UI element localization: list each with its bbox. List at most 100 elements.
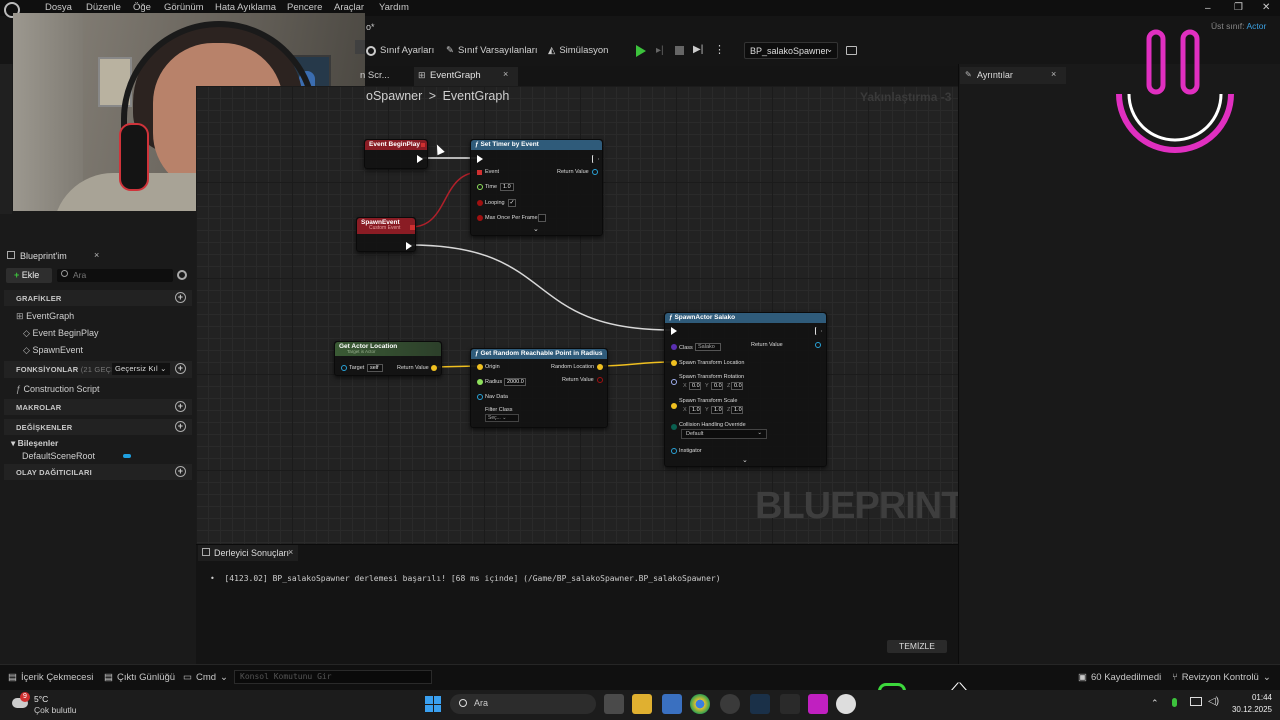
task-view-icon[interactable] bbox=[604, 694, 624, 714]
looping-bool-pin[interactable] bbox=[477, 200, 483, 206]
pin-label-collision: Collision Handling Override bbox=[679, 422, 746, 428]
pin-label-max-once: Max Once Per Frame bbox=[485, 215, 538, 221]
drawer-icon: ▤ bbox=[8, 672, 17, 683]
delegate-square-pin[interactable] bbox=[410, 225, 415, 230]
clock-date: 30.12.2025 bbox=[1231, 705, 1272, 714]
microphone-icon[interactable] bbox=[1172, 698, 1177, 707]
target-self-value: self bbox=[367, 364, 383, 372]
exec-out-pin[interactable] bbox=[815, 327, 822, 335]
clear-button[interactable]: TEMİZLE bbox=[887, 640, 947, 653]
vector-wire-randomloc-spawnloc bbox=[597, 361, 673, 367]
radius-value-input[interactable]: 2000.0 bbox=[504, 378, 526, 386]
win-pane bbox=[425, 696, 433, 704]
compiler-message-text: [4123.02] BP_salakoSpawner derlemesi baş… bbox=[224, 574, 721, 583]
node-header: Get Actor Location Target is Actor bbox=[335, 342, 441, 356]
return-object-pin[interactable] bbox=[815, 342, 821, 348]
obs-icon[interactable] bbox=[720, 694, 740, 714]
axis-y-label: Y bbox=[705, 407, 709, 413]
output-log-button[interactable]: ▤ Çıktı Günlüğü bbox=[104, 672, 175, 683]
weather-widget[interactable]: 9 5°C Çok bulutlu bbox=[10, 692, 90, 718]
delegate-square-pin[interactable] bbox=[421, 143, 425, 147]
looping-checkbox[interactable]: ✓ bbox=[508, 199, 516, 207]
exec-out-pin[interactable] bbox=[406, 242, 412, 250]
chrome-icon[interactable] bbox=[690, 694, 710, 714]
node-title: SpawnActor Salako bbox=[674, 314, 736, 321]
rotation-y-input[interactable]: 0.0 bbox=[711, 382, 723, 390]
close-icon[interactable]: × bbox=[1051, 69, 1056, 79]
file-explorer-icon[interactable] bbox=[632, 694, 652, 714]
nav-data-pin[interactable] bbox=[477, 394, 483, 400]
network-icon[interactable] bbox=[1190, 697, 1202, 706]
node-spawn-event[interactable]: SpawnEvent Custom Event bbox=[356, 217, 416, 252]
event-delegate-pin[interactable] bbox=[477, 170, 482, 175]
unsaved-button[interactable]: ▣ 60 Kaydedilmedi bbox=[1078, 672, 1161, 683]
axis-y-label: Y bbox=[705, 383, 709, 389]
target-object-pin[interactable] bbox=[341, 365, 347, 371]
pin-label-spawn-scale: Spawn Transform Scale bbox=[679, 398, 738, 404]
chevron-down-icon[interactable]: ⌄ bbox=[533, 225, 539, 233]
node-title: Event BeginPlay bbox=[369, 141, 420, 148]
unreal-engine-icon[interactable] bbox=[836, 694, 856, 714]
collision-dropdown[interactable]: Default ⌄ bbox=[681, 429, 767, 439]
time-value-input[interactable]: 1.0 bbox=[500, 183, 514, 191]
class-value-dropdown[interactable]: Salako bbox=[695, 343, 721, 351]
max-once-bool-pin[interactable] bbox=[477, 215, 483, 221]
smiley-right-eye bbox=[1180, 29, 1200, 95]
collision-enum-pin[interactable] bbox=[671, 424, 677, 430]
radius-float-pin[interactable] bbox=[477, 379, 483, 385]
node-set-timer[interactable]: ƒ Set Timer by Event Event Time 1.0 Loop… bbox=[470, 139, 603, 236]
epic-games-icon[interactable] bbox=[780, 694, 800, 714]
revision-control-button[interactable]: ⑂ Revizyon Kontrolü ⌄ bbox=[1172, 672, 1271, 683]
win-pane bbox=[433, 696, 441, 704]
node-get-actor-location[interactable]: Get Actor Location Target is Actor Targe… bbox=[334, 341, 442, 376]
origin-vector-pin[interactable] bbox=[477, 364, 483, 370]
app-pink-icon[interactable] bbox=[808, 694, 828, 714]
content-drawer-button[interactable]: ▤ İçerik Çekmecesi bbox=[8, 672, 93, 683]
console-input[interactable]: Konsol Komutunu Gir bbox=[234, 670, 432, 684]
scale-z-input[interactable]: 1.0 bbox=[731, 406, 743, 414]
windows-start-icon[interactable] bbox=[425, 696, 441, 712]
taskbar-search[interactable]: Ara bbox=[450, 694, 596, 714]
compiler-results-tab[interactable]: Derleyici Sonuçları × bbox=[198, 545, 298, 561]
unsaved-label: 60 Kaydedilmedi bbox=[1090, 672, 1162, 683]
scale-y-input[interactable]: 1.0 bbox=[711, 406, 723, 414]
pin-label-random-location: Random Location bbox=[551, 364, 595, 370]
rotation-x-input[interactable]: 0.0 bbox=[689, 382, 701, 390]
random-location-pin[interactable] bbox=[597, 364, 603, 370]
exec-in-pin[interactable] bbox=[477, 155, 483, 163]
volume-icon[interactable]: ◁) bbox=[1208, 696, 1219, 707]
store-icon[interactable] bbox=[662, 694, 682, 714]
filter-class-dropdown[interactable]: Seç... ⌄ bbox=[485, 414, 519, 422]
return-vector-pin[interactable] bbox=[431, 365, 437, 371]
return-bool-pin[interactable] bbox=[597, 377, 603, 383]
steam-icon[interactable] bbox=[750, 694, 770, 714]
clock[interactable]: 01:44 30.12.2025 bbox=[1222, 693, 1272, 714]
chevron-down-icon[interactable]: ⌄ bbox=[742, 456, 748, 464]
instigator-pin[interactable] bbox=[671, 448, 677, 454]
cmd-dropdown[interactable]: ▭ Cmd ⌄ bbox=[183, 672, 228, 683]
return-value-pin[interactable] bbox=[592, 169, 598, 175]
spawn-scale-pin[interactable] bbox=[671, 403, 677, 409]
node-random-reachable-point[interactable]: ƒ Get Random Reachable Point in Radius O… bbox=[470, 348, 608, 428]
node-event-beginplay[interactable]: Event BeginPlay bbox=[364, 139, 428, 169]
pin-label-spawn-rotation: Spawn Transform Rotation bbox=[679, 374, 745, 380]
details-tab[interactable]: ✎ Ayrıntılar × bbox=[960, 67, 1066, 84]
exec-in-pin[interactable] bbox=[671, 327, 677, 335]
node-spawn-actor[interactable]: ƒ SpawnActor Salako Class Salako Return … bbox=[664, 312, 827, 467]
node-title: Set Timer by Event bbox=[480, 141, 539, 148]
spawn-location-pin[interactable] bbox=[671, 360, 677, 366]
time-float-pin[interactable] bbox=[477, 184, 483, 190]
pin-label-return: Return Value bbox=[397, 365, 429, 371]
exec-out-pin[interactable] bbox=[417, 155, 423, 163]
spawn-rotation-pin[interactable] bbox=[671, 379, 677, 385]
close-icon[interactable]: × bbox=[288, 547, 293, 557]
max-once-checkbox[interactable] bbox=[538, 214, 546, 222]
scale-x-input[interactable]: 1.0 bbox=[689, 406, 701, 414]
exec-out-pin[interactable] bbox=[592, 155, 599, 163]
class-pin[interactable] bbox=[671, 344, 677, 350]
pin-label-event: Event bbox=[485, 169, 500, 175]
tray-chevron-up-icon[interactable]: ⌃ bbox=[1151, 698, 1159, 709]
compiler-message: • [4123.02] BP_salakoSpawner derlemesi b… bbox=[210, 574, 721, 583]
pin-label-instigator: Instigator bbox=[679, 448, 702, 454]
rotation-z-input[interactable]: 0.0 bbox=[731, 382, 743, 390]
